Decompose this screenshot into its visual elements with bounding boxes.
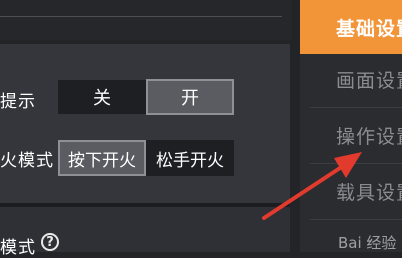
question-circle-icon[interactable]: ? [41, 233, 59, 251]
top-divider [0, 16, 282, 17]
top-strip [0, 0, 292, 40]
hint-label: 提示 [0, 92, 36, 112]
hint-off-option[interactable]: 关 [58, 80, 146, 114]
sidebar-item-label: 操作设置 [336, 125, 402, 148]
sidebar-item-label: 画面设置 [336, 69, 402, 92]
mode-label: 模式 [0, 238, 36, 258]
sidebar-separator [310, 163, 402, 164]
sidebar-item-vehicle-settings[interactable]: 载具设置 [300, 164, 402, 218]
sidebar-item-label: 载具设置 [336, 181, 402, 204]
sidebar-separator [310, 219, 402, 220]
release-to-fire-option[interactable]: 松手开火 [146, 140, 234, 176]
sidebar-item-label: 基础设置 [336, 17, 402, 40]
hint-on-option[interactable]: 开 [146, 79, 234, 115]
sidebar-item-graphics-settings[interactable]: 画面设置 [300, 52, 402, 106]
sidebar-item-controls-settings[interactable]: 操作设置 [300, 108, 402, 162]
settings-sidebar: 基础设置 画面设置 操作设置 载具设置 [300, 0, 402, 252]
sidebar-separator [310, 107, 402, 108]
press-to-fire-option[interactable]: 按下开火 [58, 140, 146, 176]
sidebar-item-basic-settings[interactable]: 基础设置 [300, 0, 402, 54]
watermark: Bai 经验 [338, 234, 397, 252]
fire-mode-label: 火模式 [0, 151, 54, 171]
settings-panel [0, 44, 290, 203]
help-icon-glyph: ? [46, 234, 54, 250]
